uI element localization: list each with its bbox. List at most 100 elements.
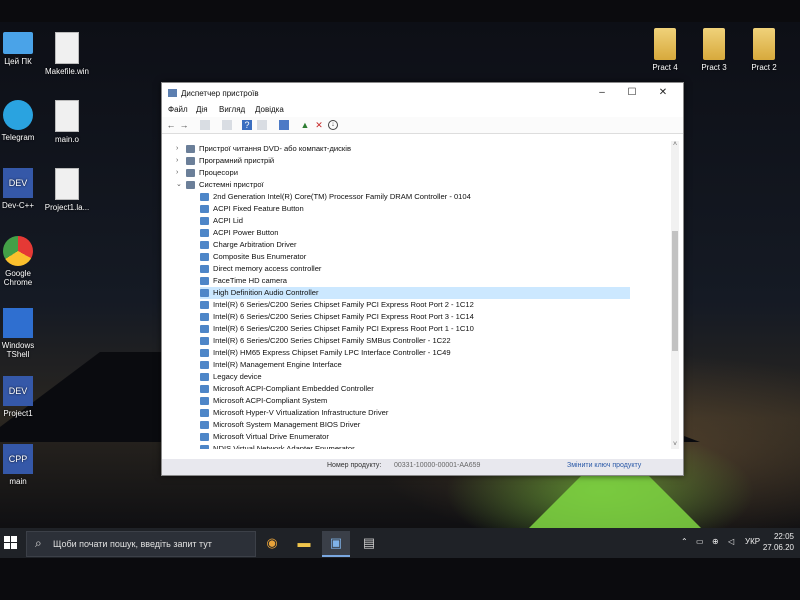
device-icon [200, 373, 209, 381]
tree-category[interactable]: ⌄ Системні пристрої [176, 179, 630, 191]
title-bar[interactable]: Диспетчер пристроїв – ☐ ✕ [162, 83, 683, 103]
system-properties-taskbar-icon[interactable]: ▤ [355, 531, 383, 555]
tree-device[interactable]: Microsoft ACPI-Compliant Embedded Contro… [200, 383, 630, 395]
device-icon [200, 421, 209, 429]
tree-item-label: Пристрої читання DVD- або компакт-дисків [199, 144, 351, 153]
clock-date: 27.06.20 [762, 543, 794, 552]
menu-help[interactable]: Довідка [255, 105, 284, 114]
forward-arrow-icon[interactable]: → [179, 120, 189, 130]
scroll-thumb[interactable] [672, 231, 678, 351]
desktop-icon-label: Windows TShell [1, 341, 35, 359]
tree-device[interactable]: Direct memory access controller [200, 263, 630, 275]
tree-device[interactable]: Microsoft Virtual Drive Enumerator [200, 431, 630, 443]
tree-item-label: Composite Bus Enumerator [213, 252, 307, 261]
tree-item-label: High Definition Audio Controller [213, 288, 319, 297]
minimize-button[interactable]: – [591, 86, 613, 100]
tree-device[interactable]: ACPI Fixed Feature Button [200, 203, 630, 215]
windows-start-icon[interactable] [4, 536, 18, 550]
device-icon [200, 205, 209, 213]
makefile-win-icon[interactable]: Makefile.win [39, 32, 95, 76]
properties-view-icon[interactable] [200, 120, 210, 130]
chrome-icon[interactable]: Google Chrome [0, 236, 46, 287]
project1-layout-icon[interactable]: Project1.la... [39, 168, 95, 212]
update-driver-icon[interactable]: ▲ [300, 120, 310, 130]
show-hide-tree-icon[interactable] [222, 120, 232, 130]
tree-device[interactable]: Intel(R) 6 Series/C200 Series Chipset Fa… [200, 335, 630, 347]
tree-device[interactable]: Intel(R) 6 Series/C200 Series Chipset Fa… [200, 299, 630, 311]
tree-item-label: ACPI Fixed Feature Button [213, 204, 304, 213]
tree-category[interactable]: › Пристрої читання DVD- або компакт-дискі… [176, 143, 630, 155]
tree-device[interactable]: Intel(R) Management Engine Interface [200, 359, 630, 371]
windows-tshell-icon[interactable]: Windows TShell [0, 308, 46, 359]
window-view-icon[interactable] [257, 120, 267, 130]
menu-file[interactable]: Файл [168, 105, 188, 114]
help-icon[interactable]: ? [242, 120, 252, 130]
globe-icon[interactable]: ⊕ [712, 537, 719, 546]
desktop-icon-label: main.o [54, 135, 79, 144]
device-icon [200, 409, 209, 417]
network-icon[interactable]: ▭ [696, 537, 704, 546]
folder-pract4-icon[interactable]: Pract 4 [637, 28, 693, 72]
search-placeholder: Щоби почати пошук, введіть запит тут [53, 539, 212, 549]
tree-device[interactable]: Legacy device [200, 371, 630, 383]
volume-icon[interactable]: ◁ [728, 537, 734, 546]
main-o-icon[interactable]: main.o [39, 100, 95, 144]
folder-pract3-icon[interactable]: Pract 3 [686, 28, 742, 72]
tree-device[interactable]: Composite Bus Enumerator [200, 251, 630, 263]
main-icon[interactable]: CPP main [0, 444, 46, 486]
scroll-up-icon[interactable]: ˄ [671, 141, 679, 149]
tree-category[interactable]: › Програмний пристрій [176, 155, 630, 167]
uninstall-x-icon[interactable]: ✕ [314, 120, 324, 130]
tree-device[interactable]: Charge Arbitration Driver [200, 239, 630, 251]
tree-device[interactable]: Microsoft System Management BIOS Driver [200, 419, 630, 431]
device-icon [200, 229, 209, 237]
tray-chevron-icon[interactable]: ⌃ [681, 537, 688, 546]
scroll-down-icon[interactable]: ˅ [671, 441, 679, 449]
expand-chevron-icon[interactable]: › [176, 167, 184, 179]
vertical-scrollbar[interactable]: ˄ ˅ [671, 141, 679, 449]
back-arrow-icon[interactable]: ← [166, 120, 176, 130]
tree-device[interactable]: Intel(R) HM65 Express Chipset Family LPC… [200, 347, 630, 359]
tree-device[interactable]: NDIS Virtual Network Adapter Enumerator [200, 443, 630, 449]
folder-pract2-icon[interactable]: Pract 2 [736, 28, 792, 72]
change-product-key-link[interactable]: Змінити ключ продукту [567, 462, 641, 469]
tree-device[interactable]: Intel(R) 6 Series/C200 Series Chipset Fa… [200, 311, 630, 323]
desktop-icon-label: Makefile.win [44, 67, 89, 76]
device-icon [200, 217, 209, 225]
tree-item-label: Intel(R) HM65 Express Chipset Family LPC… [213, 348, 451, 357]
tree-device[interactable]: ACPI Power Button [200, 227, 630, 239]
tree-item-label: 2nd Generation Intel(R) Core(TM) Process… [213, 192, 471, 201]
project1-icon[interactable]: DEV Project1 [0, 376, 46, 418]
tree-device[interactable]: Microsoft ACPI-Compliant System [200, 395, 630, 407]
tree-item-label: Charge Arbitration Driver [213, 240, 297, 249]
close-button[interactable]: ✕ [652, 86, 674, 100]
expand-chevron-icon[interactable]: › [176, 143, 184, 155]
device-icon [200, 253, 209, 261]
download-icon[interactable]: ↓ [328, 120, 338, 130]
menu-action[interactable]: Дія [196, 105, 208, 114]
device-icon [186, 145, 195, 153]
device-icon [200, 445, 209, 449]
file-explorer-taskbar-icon[interactable]: ▬ [290, 531, 318, 555]
tree-device[interactable]: Intel(R) 6 Series/C200 Series Chipset Fa… [200, 323, 630, 335]
tree-category[interactable]: › Процесори [176, 167, 630, 179]
menu-view[interactable]: Вигляд [219, 105, 245, 114]
maximize-button[interactable]: ☐ [621, 86, 643, 100]
expand-chevron-icon[interactable]: › [176, 155, 184, 167]
tree-device[interactable]: ACPI Lid [200, 215, 630, 227]
taskbar-search-box[interactable]: ⌕ Щоби почати пошук, введіть запит тут [26, 531, 256, 557]
chrome-taskbar-icon[interactable]: ◉ [258, 531, 286, 555]
tree-device[interactable]: High Definition Audio Controller [200, 287, 630, 299]
tree-item-label: ACPI Power Button [213, 228, 279, 237]
language-indicator[interactable]: УКР [745, 537, 760, 546]
expand-chevron-icon[interactable]: ⌄ [176, 179, 184, 191]
monitor-icon[interactable] [279, 120, 289, 130]
desktop-icon-label: Google Chrome [3, 269, 33, 287]
device-manager-taskbar-icon[interactable]: ▣ [322, 531, 350, 557]
tree-device[interactable]: 2nd Generation Intel(R) Core(TM) Process… [200, 191, 630, 203]
tree-device[interactable]: FaceTime HD camera [200, 275, 630, 287]
tree-device[interactable]: Microsoft Hyper-V Virtualization Infrast… [200, 407, 630, 419]
tree-item-label: FaceTime HD camera [213, 276, 287, 285]
tree-item-label: Intel(R) 6 Series/C200 Series Chipset Fa… [213, 324, 474, 333]
taskbar-clock[interactable]: 22:05 27.06.20 [763, 531, 794, 553]
